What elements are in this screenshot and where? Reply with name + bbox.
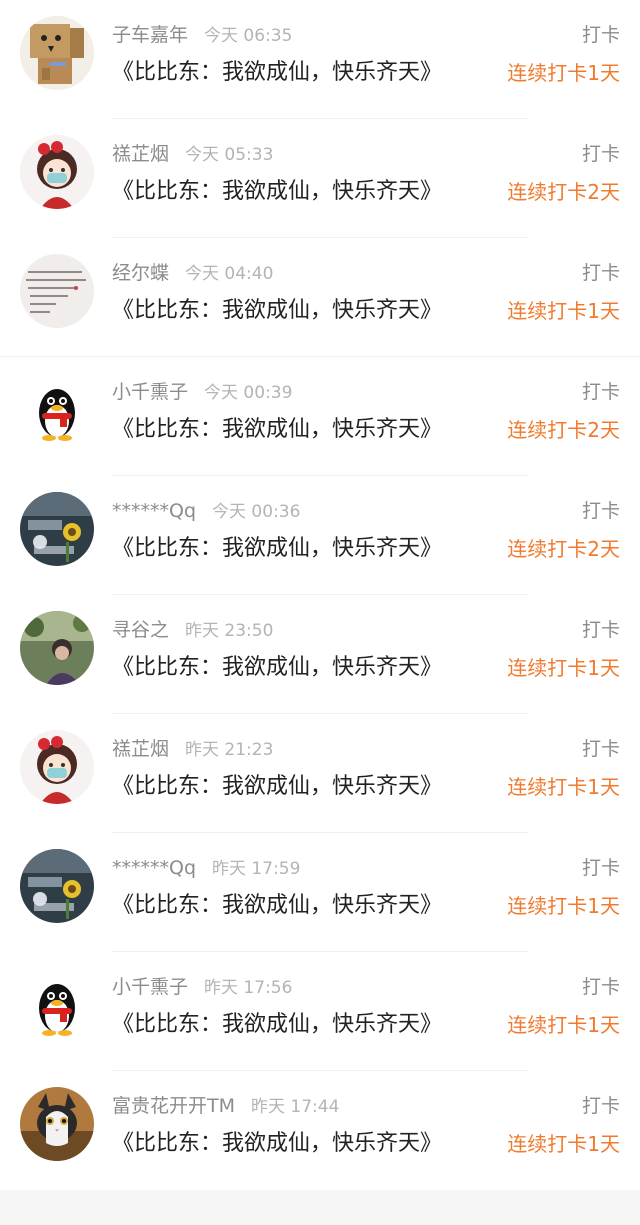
list-item[interactable]: 小千熏子 昨天 17:56 打卡 《比比东：我欲成仙，快乐齐天》 连续打卡1天 <box>0 952 640 1071</box>
book-title[interactable]: 《比比东：我欲成仙，快乐齐天》 <box>112 1129 442 1159</box>
qq-penguin-avatar[interactable] <box>20 373 94 447</box>
book-title[interactable]: 《比比东：我欲成仙，快乐齐天》 <box>112 58 442 88</box>
book-title[interactable]: 《比比东：我欲成仙，快乐齐天》 <box>112 296 442 326</box>
timestamp: 今天 06:35 <box>204 26 293 46</box>
list-item[interactable]: 小千熏子 今天 00:39 打卡 《比比东：我欲成仙，快乐齐天》 连续打卡2天 <box>0 357 640 476</box>
username[interactable]: ******Qq <box>112 857 196 879</box>
username[interactable]: 经尔蝶 <box>112 262 169 284</box>
username[interactable]: 禚芷烟 <box>112 143 169 165</box>
book-title[interactable]: 《比比东：我欲成仙，快乐齐天》 <box>112 1010 442 1040</box>
bottom-spacer <box>0 1190 640 1225</box>
list-item[interactable]: 子车嘉年 今天 06:35 打卡 《比比东：我欲成仙，快乐齐天》 连续打卡1天 <box>0 0 640 119</box>
photo-person-avatar[interactable] <box>20 611 94 685</box>
list-item[interactable]: ******Qq 昨天 17:59 打卡 《比比东：我欲成仙，快乐齐天》 连续打卡… <box>0 833 640 952</box>
photo-flowers-avatar[interactable] <box>20 492 94 566</box>
streak-label: 连续打卡2天 <box>507 537 620 561</box>
checkin-action-label: 打卡 <box>581 143 620 165</box>
username[interactable]: 富贵花开开TM <box>112 1095 235 1117</box>
list-item[interactable]: ******Qq 今天 00:36 打卡 《比比东：我欲成仙，快乐齐天》 连续打卡… <box>0 476 640 595</box>
photo-flowers-avatar[interactable] <box>20 849 94 923</box>
streak-label: 连续打卡1天 <box>507 656 620 680</box>
timestamp: 昨天 17:44 <box>251 1097 340 1117</box>
timestamp: 今天 00:39 <box>204 383 293 403</box>
list-item[interactable]: 禚芷烟 昨天 21:23 打卡 《比比东：我欲成仙，快乐齐天》 连续打卡1天 <box>0 714 640 833</box>
streak-label: 连续打卡2天 <box>507 418 620 442</box>
checkin-action-label: 打卡 <box>581 619 620 641</box>
username[interactable]: 小千熏子 <box>112 976 188 998</box>
timestamp: 昨天 21:23 <box>185 740 274 760</box>
streak-label: 连续打卡1天 <box>507 775 620 799</box>
book-title[interactable]: 《比比东：我欲成仙，快乐齐天》 <box>112 177 442 207</box>
streak-label: 连续打卡1天 <box>507 61 620 85</box>
streak-label: 连续打卡1天 <box>507 299 620 323</box>
list-item[interactable]: 富贵花开开TM 昨天 17:44 打卡 《比比东：我欲成仙，快乐齐天》 连续打卡1… <box>0 1071 640 1190</box>
list-item[interactable]: 禚芷烟 今天 05:33 打卡 《比比东：我欲成仙，快乐齐天》 连续打卡2天 <box>0 119 640 238</box>
checkin-action-label: 打卡 <box>581 381 620 403</box>
book-title[interactable]: 《比比东：我欲成仙，快乐齐天》 <box>112 534 442 564</box>
streak-label: 连续打卡1天 <box>507 1132 620 1156</box>
handwriting-avatar[interactable] <box>20 254 94 328</box>
box-character-avatar[interactable] <box>20 16 94 90</box>
cat-photo-avatar[interactable] <box>20 1087 94 1161</box>
checkin-action-label: 打卡 <box>581 500 620 522</box>
list-item[interactable]: 寻谷之 昨天 23:50 打卡 《比比东：我欲成仙，快乐齐天》 连续打卡1天 <box>0 595 640 714</box>
streak-label: 连续打卡2天 <box>507 180 620 204</box>
checkin-action-label: 打卡 <box>581 24 620 46</box>
checkin-action-label: 打卡 <box>581 738 620 760</box>
timestamp: 今天 00:36 <box>212 502 301 522</box>
checkin-action-label: 打卡 <box>581 262 620 284</box>
username[interactable]: 子车嘉年 <box>112 24 188 46</box>
book-title[interactable]: 《比比东：我欲成仙，快乐齐天》 <box>112 653 442 683</box>
cartoon-girl-avatar[interactable] <box>20 135 94 209</box>
timestamp: 昨天 17:59 <box>212 859 301 879</box>
checkin-action-label: 打卡 <box>581 976 620 998</box>
book-title[interactable]: 《比比东：我欲成仙，快乐齐天》 <box>112 415 442 445</box>
timestamp: 今天 04:40 <box>185 264 274 284</box>
qq-penguin-avatar[interactable] <box>20 968 94 1042</box>
checkin-action-label: 打卡 <box>581 1095 620 1117</box>
checkin-action-label: 打卡 <box>581 857 620 879</box>
username[interactable]: ******Qq <box>112 500 196 522</box>
timestamp: 昨天 23:50 <box>185 621 274 641</box>
timestamp: 昨天 17:56 <box>204 978 293 998</box>
username[interactable]: 小千熏子 <box>112 381 188 403</box>
timestamp: 今天 05:33 <box>185 145 274 165</box>
book-title[interactable]: 《比比东：我欲成仙，快乐齐天》 <box>112 891 442 921</box>
book-title[interactable]: 《比比东：我欲成仙，快乐齐天》 <box>112 772 442 802</box>
cartoon-girl-avatar[interactable] <box>20 730 94 804</box>
username[interactable]: 寻谷之 <box>112 619 169 641</box>
list-item[interactable]: 经尔蝶 今天 04:40 打卡 《比比东：我欲成仙，快乐齐天》 连续打卡1天 <box>0 238 640 357</box>
streak-label: 连续打卡1天 <box>507 1013 620 1037</box>
streak-label: 连续打卡1天 <box>507 894 620 918</box>
username[interactable]: 禚芷烟 <box>112 738 169 760</box>
